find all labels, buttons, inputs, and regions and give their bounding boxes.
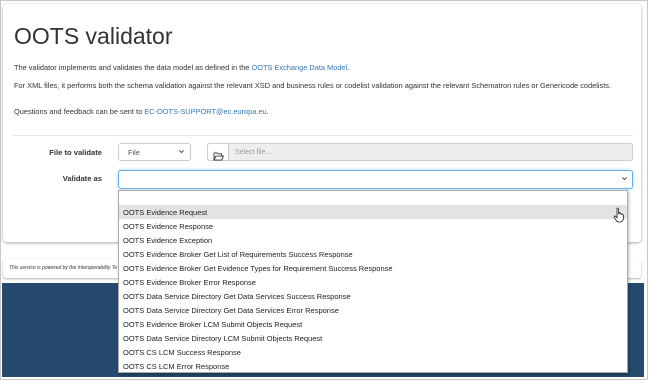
intro-paragraph-1: The validator implements and validates t… bbox=[14, 63, 636, 73]
folder-open-icon bbox=[213, 148, 225, 166]
dropdown-option[interactable]: OOTS Data Service Directory Get Data Ser… bbox=[119, 289, 627, 303]
dropdown-option[interactable]: OOTS Evidence Request bbox=[119, 205, 627, 219]
validate-as-label: Validate as bbox=[62, 174, 102, 183]
exchange-data-model-link[interactable]: OOTS Exchange Data Model bbox=[251, 63, 347, 72]
dropdown-option[interactable]: OOTS Evidence Broker LCM Submit Objects … bbox=[119, 317, 627, 331]
file-type-select[interactable]: File bbox=[118, 143, 191, 161]
dropdown-option[interactable]: OOTS Evidence Response bbox=[119, 219, 627, 233]
chevron-down-icon bbox=[621, 175, 628, 184]
file-type-value: File bbox=[128, 148, 140, 157]
validate-as-dropdown-list: OOTS Evidence Request OOTS Evidence Resp… bbox=[118, 190, 628, 373]
chevron-down-icon bbox=[178, 148, 185, 157]
dropdown-option[interactable]: OOTS Data Service Directory Get Data Ser… bbox=[119, 303, 627, 317]
file-to-validate-label: File to validate bbox=[49, 148, 102, 157]
intro-text-1: The validator implements and validates t… bbox=[14, 63, 252, 72]
dropdown-option[interactable]: OOTS Evidence Broker Error Response bbox=[119, 275, 627, 289]
dropdown-option[interactable]: OOTS Evidence Broker Get Evidence Types … bbox=[119, 261, 627, 275]
dropdown-option[interactable]: OOTS CS LCM Error Response bbox=[119, 359, 627, 373]
intro-paragraph-2: For XML files, it performs both the sche… bbox=[14, 81, 612, 90]
intro-text-3: Questions and feedback can be sent to bbox=[14, 107, 145, 116]
dropdown-option[interactable]: OOTS Evidence Exception bbox=[119, 233, 627, 247]
file-path-input[interactable]: Select file... bbox=[228, 143, 633, 161]
dropdown-option[interactable]: OOTS Evidence Broker Get List of Require… bbox=[119, 247, 627, 261]
support-email-link[interactable]: EC-OOTS-SUPPORT@ec.europa.eu bbox=[144, 107, 266, 116]
browse-file-button[interactable] bbox=[207, 143, 228, 161]
dropdown-option[interactable]: OOTS CS LCM Success Response bbox=[119, 345, 627, 359]
validate-as-select[interactable] bbox=[118, 170, 633, 189]
page-title: OOTS validator bbox=[14, 23, 173, 49]
intro-text-1-suffix: . bbox=[347, 63, 350, 72]
dropdown-option-empty[interactable] bbox=[119, 191, 627, 205]
divider bbox=[13, 135, 633, 136]
dropdown-option[interactable]: OOTS Data Service Directory LCM Submit O… bbox=[119, 331, 627, 345]
intro-paragraph-3: Questions and feedback can be sent to EC… bbox=[14, 107, 636, 117]
footer-text: This service is powered by the Interoper… bbox=[9, 265, 117, 271]
intro-text-3-suffix: . bbox=[266, 107, 269, 116]
mouse-pointer-icon bbox=[613, 207, 625, 223]
